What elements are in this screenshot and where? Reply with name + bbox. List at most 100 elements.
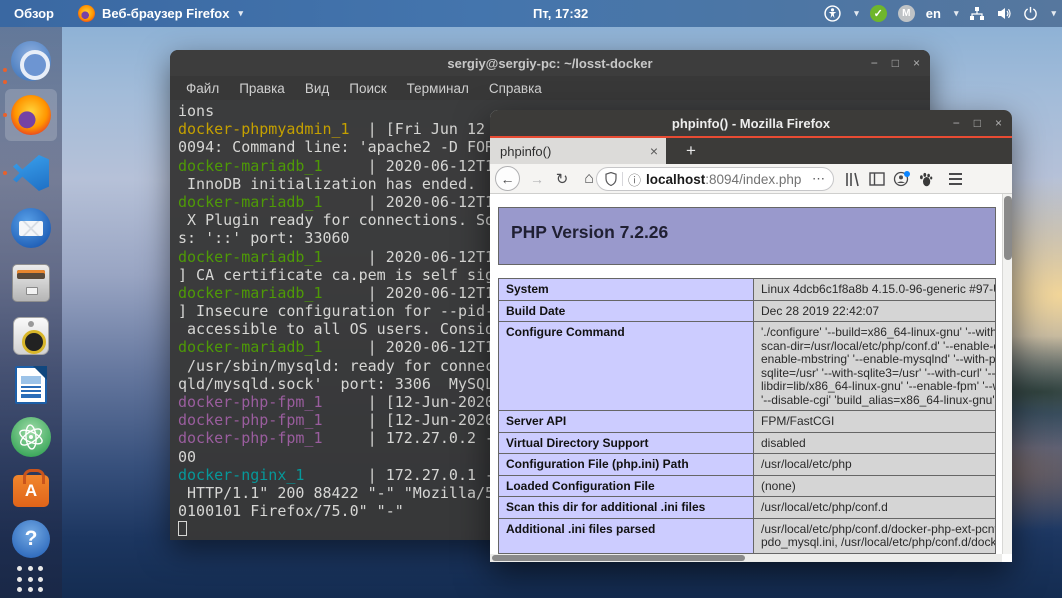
menu-edit[interactable]: Правка: [239, 81, 285, 96]
table-row: Virtual Directory Supportdisabled: [499, 432, 996, 454]
url-bar[interactable]: ⓘ localhost:8094/index.php ⋯: [596, 167, 834, 191]
vscode-icon: [13, 155, 49, 191]
dock-item-audio[interactable]: [11, 315, 51, 355]
table-row: Server APIFPM/FastCGI: [499, 411, 996, 433]
clock[interactable]: Пт, 17:32: [533, 0, 588, 27]
menu-hamburger-icon[interactable]: [944, 164, 966, 194]
table-row: Scan this dir for additional .ini files/…: [499, 497, 996, 519]
php-version-header: PHP Version 7.2.26: [498, 207, 996, 265]
table-row: Build DateDec 28 2019 22:42:07: [499, 300, 996, 322]
close-button[interactable]: ×: [995, 116, 1002, 130]
dock-item-help[interactable]: ?: [11, 519, 51, 559]
libreoffice-writer-icon: [15, 366, 47, 404]
dock-item-app-grid[interactable]: [11, 560, 51, 598]
url-host: localhost: [646, 172, 705, 187]
speaker-icon: [13, 317, 49, 355]
terminal-menubar: Файл Правка Вид Поиск Терминал Справка: [170, 76, 930, 100]
table-row: Configuration File (php.ini) Path/usr/lo…: [499, 454, 996, 476]
minimize-button[interactable]: −: [871, 56, 878, 70]
thunderbird-icon: [11, 208, 51, 248]
volume-icon[interactable]: [996, 6, 1012, 21]
running-dot: [3, 113, 7, 117]
scrollbar-thumb[interactable]: [1004, 196, 1012, 260]
app-menu-label: Веб-браузер Firefox: [102, 6, 229, 21]
desktop: Обзор Веб-браузер Firefox ▾ Пт, 17:32 ▾ …: [0, 0, 1062, 598]
dock-item-ubuntu-software[interactable]: A: [11, 469, 51, 509]
m-badge-icon[interactable]: M: [898, 5, 915, 22]
system-tray: ▾ ✓ M en ▾ ▾: [824, 0, 1056, 27]
firefox-icon: [78, 5, 95, 22]
sidebar-icon[interactable]: [866, 164, 888, 194]
firefox-window: phpinfo() - Mozilla Firefox − □ × phpinf…: [490, 110, 1012, 562]
keyboard-layout-indicator[interactable]: en: [926, 6, 941, 21]
scrollbar-thumb[interactable]: [492, 555, 745, 561]
minimize-button[interactable]: −: [953, 116, 960, 130]
dock: A ?: [0, 27, 62, 598]
help-icon: ?: [12, 520, 50, 558]
terminal-titlebar[interactable]: sergiy@sergiy-pc: ~/losst-docker − □ ×: [170, 50, 930, 76]
chevron-down-icon: ▾: [1051, 8, 1056, 19]
shield-icon[interactable]: [605, 172, 617, 186]
firefox-titlebar[interactable]: phpinfo() - Mozilla Firefox − □ ×: [490, 110, 1012, 136]
close-button[interactable]: ×: [913, 56, 920, 70]
menu-terminal[interactable]: Терминал: [407, 81, 469, 96]
dock-item-thunderbird[interactable]: [11, 208, 51, 248]
browser-content: PHP Version 7.2.26 SystemLinux 4dcb6c1f8…: [490, 194, 1012, 562]
tab-title: phpinfo(): [500, 144, 650, 159]
file-cabinet-icon: [12, 264, 50, 302]
dock-item-file-cabinet[interactable]: [11, 263, 51, 303]
activities-button[interactable]: Обзор: [0, 0, 68, 27]
dock-item-atom[interactable]: [11, 417, 51, 457]
chevron-down-icon: ▾: [238, 8, 243, 19]
gnome-foot-icon[interactable]: [914, 164, 936, 194]
tab-close-icon[interactable]: ×: [650, 143, 658, 159]
check-badge-icon[interactable]: ✓: [870, 5, 887, 22]
terminal-window-controls: − □ ×: [871, 50, 920, 76]
chevron-down-icon: ▾: [954, 8, 959, 19]
dock-item-vscode[interactable]: [11, 153, 51, 193]
library-icon[interactable]: [842, 164, 864, 194]
url-path: :8094/index.php: [705, 172, 801, 187]
top-bar: Обзор Веб-браузер Firefox ▾ Пт, 17:32 ▾ …: [0, 0, 1062, 27]
terminal-cursor: [178, 521, 187, 536]
app-grid-icon: [17, 566, 45, 594]
vertical-scrollbar[interactable]: [1002, 194, 1012, 554]
dock-item-chromium[interactable]: [11, 41, 51, 81]
forward-button[interactable]: →: [526, 164, 548, 194]
reload-button[interactable]: ↻: [551, 164, 573, 194]
running-dot: [3, 171, 7, 175]
running-dot: [3, 80, 7, 84]
php-version-heading: PHP Version 7.2.26: [499, 208, 995, 243]
notification-dot: [904, 171, 910, 177]
back-button[interactable]: ←: [495, 166, 520, 191]
app-menu[interactable]: Веб-браузер Firefox ▾: [68, 0, 253, 27]
page-actions-icon[interactable]: ⋯: [812, 171, 825, 187]
menu-help[interactable]: Справка: [489, 81, 542, 96]
chromium-icon: [11, 41, 51, 81]
running-dot: [3, 68, 7, 72]
table-row: Loaded Configuration File(none): [499, 475, 996, 497]
horizontal-scrollbar[interactable]: [490, 554, 1002, 562]
power-icon[interactable]: [1023, 6, 1038, 21]
maximize-button[interactable]: □: [892, 56, 899, 70]
dock-item-writer[interactable]: [11, 365, 51, 405]
tab-bar: phpinfo() × +: [490, 138, 1012, 164]
account-icon[interactable]: [890, 164, 912, 194]
table-row: Configure Command'./configure' '--build=…: [499, 322, 996, 411]
menu-file[interactable]: Файл: [186, 81, 219, 96]
navigation-toolbar: ← → ↻ ⌂ ⓘ localhost:8094/index.php ⋯: [490, 164, 1012, 194]
menu-search[interactable]: Поиск: [349, 81, 386, 96]
table-row: SystemLinux 4dcb6c1f8a8b 4.15.0-96-gener…: [499, 279, 996, 301]
accessibility-icon[interactable]: [824, 5, 841, 22]
tab-phpinfo[interactable]: phpinfo() ×: [490, 138, 666, 164]
maximize-button[interactable]: □: [974, 116, 981, 130]
firefox-icon: [11, 95, 51, 135]
menu-view[interactable]: Вид: [305, 81, 329, 96]
network-wired-icon[interactable]: [969, 6, 985, 21]
site-info-icon[interactable]: ⓘ: [628, 170, 641, 189]
divider: [622, 172, 623, 186]
ubuntu-software-icon: A: [13, 475, 49, 507]
dock-item-firefox[interactable]: [11, 95, 51, 135]
new-tab-button[interactable]: +: [678, 138, 704, 164]
firefox-window-controls: − □ ×: [953, 110, 1002, 136]
